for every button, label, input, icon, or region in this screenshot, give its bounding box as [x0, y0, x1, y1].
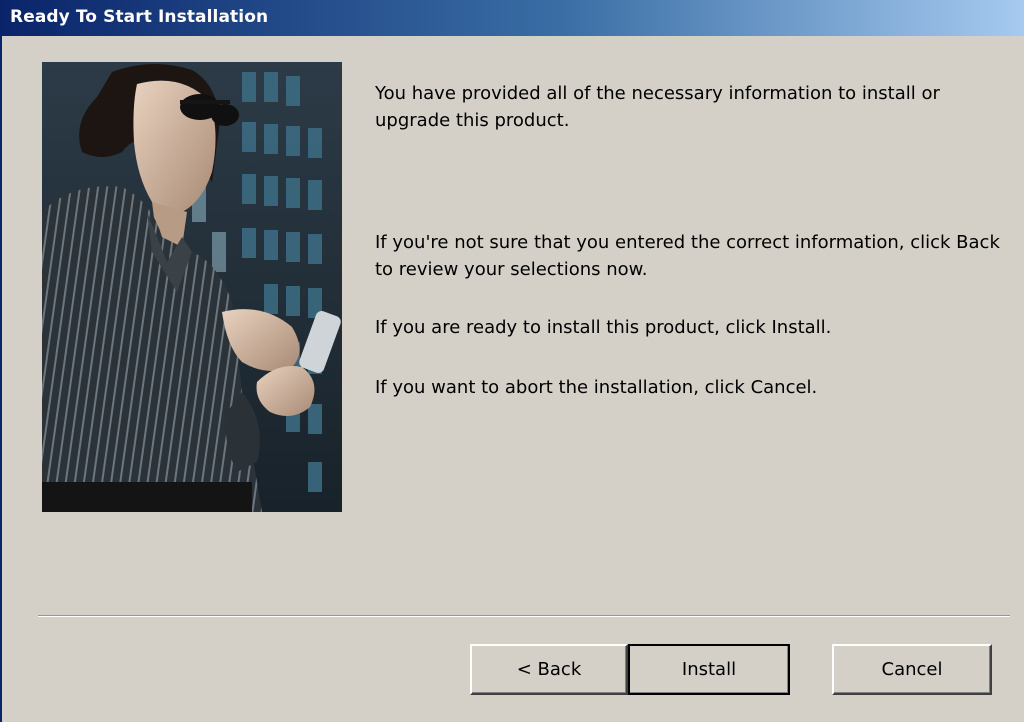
cancel-hint-text: If you want to abort the installation, c…: [375, 377, 818, 398]
installer-banner-image: [42, 62, 342, 512]
back-button[interactable]: < Back: [470, 644, 628, 695]
info-provided-text: You have provided all of the necessary i…: [375, 83, 940, 131]
installer-window: Ready To Start Installation You have pro…: [0, 0, 1024, 722]
install-button[interactable]: Install: [628, 644, 790, 695]
window-left-border: [0, 0, 6, 722]
cancel-button[interactable]: Cancel: [832, 644, 992, 695]
install-hint-text: If you are ready to install this product…: [375, 317, 832, 338]
button-separator: [38, 615, 1010, 617]
window-title: Ready To Start Installation: [10, 7, 269, 27]
review-hint-text: If you're not sure that you entered the …: [375, 232, 1000, 280]
title-bar[interactable]: Ready To Start Installation: [0, 0, 1024, 36]
